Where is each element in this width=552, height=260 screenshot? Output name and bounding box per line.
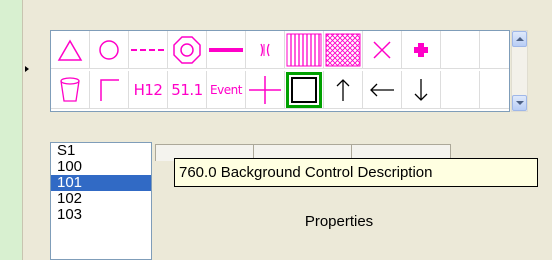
vertical-hatch-tool[interactable] bbox=[285, 31, 324, 69]
palette-row-2: H12 51.1 Event bbox=[51, 71, 509, 109]
cross-hatch-icon bbox=[325, 33, 361, 66]
value-listbox[interactable]: S1 100 101 102 103 bbox=[50, 142, 152, 260]
thick-line-icon bbox=[209, 47, 243, 52]
blank-cell-1[interactable] bbox=[441, 31, 480, 69]
text-tool-h12[interactable]: H12 bbox=[129, 71, 168, 109]
symbol-palette: H12 51.1 Event bbox=[50, 30, 510, 112]
down-arrow-icon bbox=[414, 78, 428, 101]
palette-row-1 bbox=[51, 31, 509, 69]
cup-tool[interactable] bbox=[51, 71, 90, 109]
scroll-up-button[interactable] bbox=[512, 31, 527, 47]
left-arrow-tool[interactable] bbox=[363, 71, 402, 109]
dashed-line-icon bbox=[131, 48, 165, 51]
rectangle-tool-selected[interactable] bbox=[285, 71, 324, 109]
dashed-line-tool[interactable] bbox=[129, 31, 168, 69]
x-mark-icon bbox=[373, 40, 391, 59]
bracket-tool[interactable] bbox=[246, 31, 285, 69]
plus-bold-tool[interactable] bbox=[402, 31, 441, 69]
crosshair-tool[interactable] bbox=[246, 71, 285, 109]
bracket-icon bbox=[260, 43, 270, 56]
octagon-tool[interactable] bbox=[168, 31, 207, 69]
scroll-down-button[interactable] bbox=[512, 95, 527, 111]
circle-icon bbox=[99, 39, 119, 60]
blank-cell-2[interactable] bbox=[480, 31, 509, 69]
properties-button[interactable]: Properties bbox=[158, 200, 520, 242]
x-mark-tool[interactable] bbox=[363, 31, 402, 69]
corner-tool[interactable] bbox=[90, 71, 129, 109]
text-tool-event[interactable]: Event bbox=[207, 71, 246, 109]
list-item[interactable]: 100 bbox=[51, 159, 151, 175]
left-arrow-icon[interactable] bbox=[25, 66, 29, 72]
text-tool-511[interactable]: 51.1 bbox=[168, 71, 207, 109]
thick-line-tool[interactable] bbox=[207, 31, 246, 69]
triangle-icon bbox=[57, 39, 83, 61]
octagon-icon bbox=[173, 35, 201, 64]
list-item[interactable]: 103 bbox=[51, 207, 151, 223]
left-arrow-palette-icon bbox=[370, 83, 394, 96]
corner-icon bbox=[100, 78, 119, 101]
up-arrow-icon bbox=[336, 78, 350, 101]
blank-cell-4[interactable] bbox=[480, 71, 509, 109]
list-item-selected[interactable]: 101 bbox=[51, 175, 151, 191]
scroll-down-icon bbox=[515, 101, 524, 105]
down-arrow-tool[interactable] bbox=[402, 71, 441, 109]
value-511-label: 51.1 bbox=[171, 80, 203, 99]
list-item[interactable]: 102 bbox=[51, 191, 151, 207]
event-label: Event bbox=[210, 82, 242, 97]
tooltip: 760.0 Background Control Description bbox=[174, 158, 538, 187]
crosshair-icon bbox=[249, 75, 281, 104]
up-arrow-tool[interactable] bbox=[324, 71, 363, 109]
vertical-hatch-icon bbox=[286, 33, 322, 66]
cup-icon bbox=[60, 76, 80, 102]
plus-bold-icon bbox=[414, 42, 428, 57]
h12-label: H12 bbox=[133, 80, 163, 99]
cross-hatch-tool[interactable] bbox=[324, 31, 363, 69]
list-item[interactable]: S1 bbox=[51, 143, 151, 159]
blank-cell-3[interactable] bbox=[441, 71, 480, 109]
palette-scrollbar[interactable] bbox=[511, 30, 528, 112]
circle-tool[interactable] bbox=[90, 31, 129, 69]
triangle-tool[interactable] bbox=[51, 31, 90, 69]
scroll-up-icon bbox=[515, 37, 524, 41]
rectangle-icon bbox=[286, 71, 322, 108]
